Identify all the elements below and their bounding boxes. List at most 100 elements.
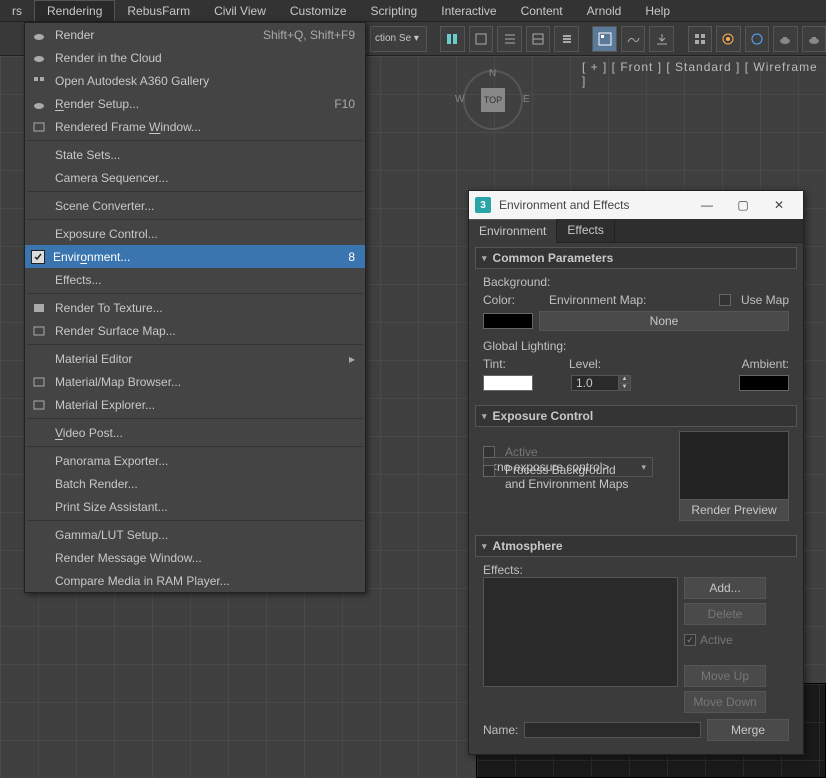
global-lighting-label: Global Lighting:	[483, 339, 789, 353]
use-map-checkbox[interactable]	[719, 294, 731, 306]
menu-scene-converter[interactable]: Scene Converter...	[25, 194, 365, 217]
tint-label: Tint:	[483, 357, 563, 371]
toolbar-icon[interactable]	[649, 26, 674, 52]
menu-rebusfarm[interactable]: RebusFarm	[115, 1, 202, 21]
tab-effects[interactable]: Effects	[557, 219, 614, 242]
use-map-label: Use Map	[741, 293, 789, 307]
menu-render-to-texture[interactable]: Render To Texture...	[25, 296, 365, 319]
close-button[interactable]: ✕	[761, 195, 797, 215]
ambient-color-swatch[interactable]	[739, 375, 789, 391]
tint-color-swatch[interactable]	[483, 375, 533, 391]
active-label: Active	[700, 633, 733, 647]
menu-rendering[interactable]: Rendering	[34, 0, 115, 21]
viewcube-face[interactable]: TOP	[481, 88, 505, 112]
render-preview-button[interactable]: Render Preview	[679, 499, 789, 521]
render-teapot-button[interactable]	[802, 26, 826, 52]
menu-interactive[interactable]: Interactive	[429, 1, 508, 21]
viewport-label[interactable]: [ + ] [ Front ] [ Standard ] [ Wireframe…	[582, 60, 826, 88]
menu-exposure-control[interactable]: Exposure Control...	[25, 222, 365, 245]
viewcube-north: N	[489, 68, 496, 79]
teapot-icon	[29, 27, 49, 43]
add-button[interactable]: Add...	[684, 577, 766, 599]
move-up-button[interactable]: Move Up	[684, 665, 766, 687]
menu-compare-media[interactable]: Compare Media in RAM Player...	[25, 569, 365, 592]
toolbar-icon[interactable]	[526, 26, 551, 52]
rollout-exposure-control: Exposure Control <no exposure control> A…	[475, 405, 797, 531]
menu-effects[interactable]: Effects...	[25, 268, 365, 291]
maximize-button[interactable]: ▢	[725, 195, 761, 215]
name-input[interactable]	[524, 722, 701, 738]
spinner-down-icon[interactable]: ▼	[618, 384, 630, 391]
menu-render-surface-map[interactable]: Render Surface Map...	[25, 319, 365, 342]
background-color-swatch[interactable]	[483, 313, 533, 329]
env-map-button[interactable]: None	[539, 311, 789, 331]
toolbar-icon[interactable]	[688, 26, 713, 52]
toolbar-icon[interactable]	[716, 26, 741, 52]
name-label: Name:	[483, 723, 518, 737]
menu-content[interactable]: Content	[509, 1, 575, 21]
browser-icon	[29, 374, 49, 390]
toolbar-icon[interactable]	[745, 26, 770, 52]
menu-render-cloud[interactable]: Render in the Cloud	[25, 46, 365, 69]
menu-arnold[interactable]: Arnold	[575, 1, 634, 21]
menu-rendered-frame-window[interactable]: Rendered Frame Window...	[25, 115, 365, 138]
menu-material-explorer[interactable]: Material Explorer...	[25, 393, 365, 416]
menu-material-editor[interactable]: Material Editor ▸	[25, 347, 365, 370]
process-bg-label: Process Background and Environment Maps	[505, 463, 628, 491]
active-checkbox[interactable]	[684, 634, 696, 646]
menu-customize[interactable]: Customize	[278, 1, 359, 21]
panel-titlebar[interactable]: 3 Environment and Effects — ▢ ✕	[469, 191, 803, 219]
rollout-header[interactable]: Exposure Control	[475, 405, 797, 427]
render-setup-button[interactable]	[592, 26, 617, 52]
menu-render[interactable]: Render Shift+Q, Shift+F9	[25, 23, 365, 46]
color-label: Color:	[483, 293, 543, 307]
toolbar-icon[interactable]	[440, 26, 465, 52]
menu-render-setup[interactable]: Render Setup... F10	[25, 92, 365, 115]
menu-batch-render[interactable]: Batch Render...	[25, 472, 365, 495]
menu-state-sets[interactable]: State Sets...	[25, 143, 365, 166]
level-label: Level:	[569, 357, 649, 371]
selection-set-dropdown[interactable]: ction Se ▾	[370, 26, 427, 52]
explorer-icon	[29, 397, 49, 413]
env-map-label: Environment Map:	[549, 293, 713, 307]
menu-separator	[27, 446, 363, 447]
environment-effects-panel: 3 Environment and Effects — ▢ ✕ Environm…	[468, 190, 804, 755]
ambient-label: Ambient:	[742, 357, 789, 371]
level-spinner[interactable]: 1.0 ▲▼	[571, 375, 631, 391]
menu-camera-sequencer[interactable]: Camera Sequencer...	[25, 166, 365, 189]
toolbar-icon[interactable]	[621, 26, 646, 52]
menu-material-browser[interactable]: Material/Map Browser...	[25, 370, 365, 393]
menu-separator	[27, 191, 363, 192]
menu-panorama-exporter[interactable]: Panorama Exporter...	[25, 449, 365, 472]
render-teapot-button[interactable]	[773, 26, 798, 52]
viewcube[interactable]: TOP N W E	[463, 70, 523, 130]
menubar: rs Rendering RebusFarm Civil View Custom…	[0, 0, 826, 22]
move-down-button[interactable]: Move Down	[684, 691, 766, 713]
delete-button[interactable]: Delete	[684, 603, 766, 625]
tab-environment[interactable]: Environment	[469, 219, 557, 243]
menu-render-message-window[interactable]: Render Message Window...	[25, 546, 365, 569]
toolbar-icon[interactable]	[554, 26, 579, 52]
spinner-up-icon[interactable]: ▲	[618, 376, 630, 384]
rollout-header[interactable]: Common Parameters	[475, 247, 797, 269]
menu-gamma-lut-setup[interactable]: Gamma/LUT Setup...	[25, 523, 365, 546]
frame-icon	[29, 119, 49, 135]
toolbar-icon[interactable]	[497, 26, 522, 52]
menu-partial[interactable]: rs	[0, 1, 34, 21]
menu-open-a360[interactable]: Open Autodesk A360 Gallery	[25, 69, 365, 92]
panel-title: Environment and Effects	[499, 198, 689, 212]
rollout-header[interactable]: Atmosphere	[475, 535, 797, 557]
menu-environment[interactable]: Environment... 8	[25, 245, 365, 268]
effects-listbox[interactable]	[483, 577, 678, 687]
toolbar-icon[interactable]	[469, 26, 494, 52]
menu-civilview[interactable]: Civil View	[202, 1, 278, 21]
menu-print-size-assistant[interactable]: Print Size Assistant...	[25, 495, 365, 518]
process-bg-checkbox	[483, 465, 495, 477]
menu-video-post[interactable]: Video Post...	[25, 421, 365, 444]
menu-help[interactable]: Help	[633, 1, 682, 21]
minimize-button[interactable]: —	[689, 195, 725, 215]
menu-separator	[27, 219, 363, 220]
menu-scripting[interactable]: Scripting	[359, 1, 430, 21]
merge-button[interactable]: Merge	[707, 719, 789, 741]
menu-separator	[27, 520, 363, 521]
